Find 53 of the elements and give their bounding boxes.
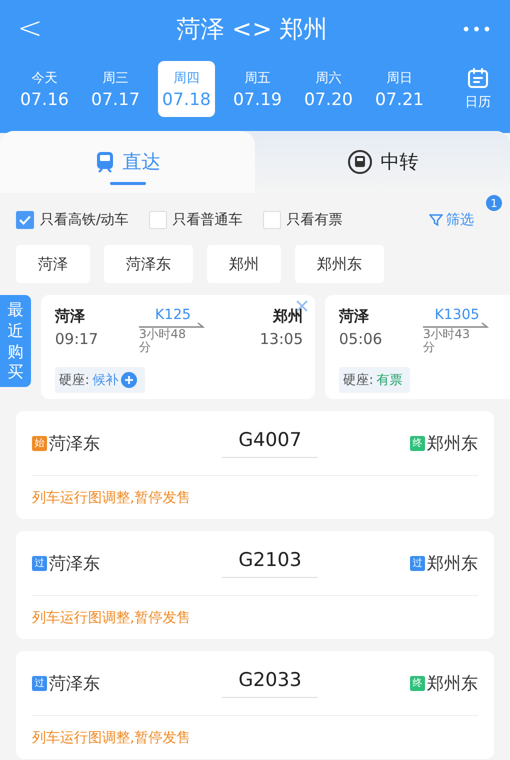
calendar-icon bbox=[467, 67, 489, 89]
filter-checkbox[interactable]: 只看普通车 bbox=[148, 211, 243, 229]
station-type-badge: 过 bbox=[410, 556, 425, 570]
duration: 3小时43分 bbox=[423, 328, 471, 354]
station-chip[interactable]: 郑州东 bbox=[295, 245, 384, 283]
arrival-station: 郑州 bbox=[273, 307, 303, 326]
departure-station: 菏泽 bbox=[339, 307, 370, 326]
filter-checkbox[interactable]: 只看有票 bbox=[262, 211, 343, 229]
checkbox[interactable] bbox=[16, 211, 34, 229]
train-card[interactable]: 过 菏泽东 G2103 过 郑州东 列车运行图调整,暂停发售 bbox=[16, 531, 494, 639]
page-title: 菏泽 <> 郑州 bbox=[176, 14, 328, 45]
train-number: K125 bbox=[154, 307, 192, 323]
train-number: G2103 bbox=[238, 548, 302, 570]
train-number: G4007 bbox=[238, 428, 302, 450]
departure-time: 05:06 bbox=[339, 330, 384, 348]
departure-station: 菏泽 bbox=[55, 307, 86, 326]
ticket-status: 有票 bbox=[376, 372, 402, 389]
train-number: K1305 bbox=[434, 307, 480, 323]
station-type-badge: 始 bbox=[32, 436, 47, 450]
seat-type: 硬座: bbox=[59, 372, 90, 389]
arrival-station: 郑州东 bbox=[426, 672, 478, 694]
train-card[interactable]: 过 菏泽东 G2033 终 郑州东 列车运行图调整,暂停发售 bbox=[16, 651, 494, 759]
sale-notice: 列车运行图调整,暂停发售 bbox=[32, 609, 192, 627]
ticket-status: 候补 bbox=[92, 372, 118, 389]
departure-time: 09:17 bbox=[55, 330, 100, 348]
departure-station: 菏泽东 bbox=[49, 672, 100, 694]
tab[interactable]: 中转 bbox=[255, 131, 510, 193]
seat-type: 硬座: bbox=[343, 372, 374, 389]
recent-trip-card[interactable]: 菏泽 05:06 K1305 3小时43分 硬座: 有票 bbox=[325, 295, 510, 399]
add-icon bbox=[121, 372, 138, 388]
funnel-icon bbox=[429, 213, 443, 227]
filter-checkbox[interactable]: 只看高铁/动车 bbox=[16, 211, 129, 229]
transfer-icon bbox=[346, 149, 372, 175]
arrival-station: 郑州东 bbox=[426, 432, 478, 454]
sale-notice: 列车运行图调整,暂停发售 bbox=[32, 729, 192, 747]
recent-trip-card[interactable]: 菏泽 09:17 K125 3小时48分 郑州 13:05 硬座: 候补 bbox=[41, 295, 315, 399]
departure-station: 菏泽东 bbox=[49, 552, 100, 574]
duration: 3小时48分 bbox=[139, 328, 187, 354]
station-type-badge: 终 bbox=[410, 436, 425, 450]
station-type-badge: 过 bbox=[32, 556, 47, 570]
train-icon bbox=[94, 151, 114, 173]
train-card[interactable]: 始 菏泽东 G4007 终 郑州东 列车运行图调整,暂停发售 bbox=[16, 411, 494, 519]
station-chip[interactable]: 郑州 bbox=[207, 245, 281, 283]
train-number: G2033 bbox=[238, 668, 302, 690]
station-type-badge: 终 bbox=[410, 676, 425, 690]
arrival-time: 13:05 bbox=[260, 330, 303, 348]
station-chip[interactable]: 菏泽东 bbox=[104, 245, 193, 283]
sale-notice: 列车运行图调整,暂停发售 bbox=[32, 489, 192, 507]
departure-station: 菏泽东 bbox=[49, 432, 100, 454]
arrival-station: 郑州东 bbox=[426, 552, 478, 574]
count-badge: 1 bbox=[486, 195, 502, 211]
station-chip[interactable]: 菏泽 bbox=[16, 245, 90, 283]
station-type-badge: 过 bbox=[32, 676, 47, 690]
